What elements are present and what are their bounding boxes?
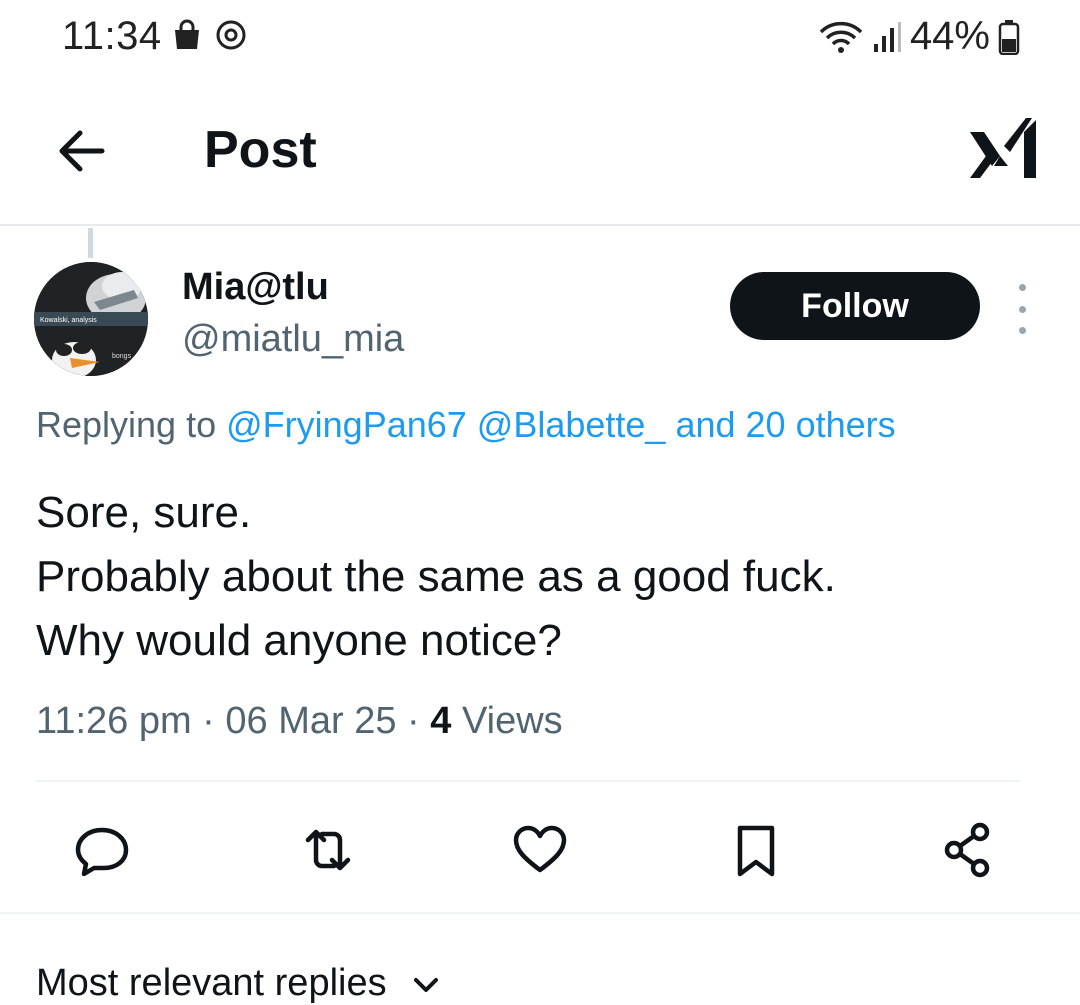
thread-line: [88, 228, 93, 258]
post-meta: 11:26 pm · 06 Mar 25 · 4 Views: [36, 700, 563, 742]
author-name[interactable]: Mia@tlu: [182, 266, 329, 309]
post-text-line: Why would anyone notice?: [36, 616, 562, 665]
battery-icon: [998, 19, 1020, 55]
replies-sort-dropdown[interactable]: Most relevant replies: [36, 962, 439, 1005]
chevron-down-icon: [414, 977, 439, 992]
avatar-caption-2: bongs: [112, 353, 132, 360]
status-time: 11:34: [62, 14, 162, 58]
x-grok-icon[interactable]: [964, 112, 1044, 184]
replying-to: Replying to @FryingPan67 @Blabette_ and …: [36, 404, 896, 446]
follow-button[interactable]: Follow: [730, 272, 980, 340]
views-label: Views: [461, 700, 563, 742]
sync-icon: [216, 20, 246, 50]
shopping-bag-icon: [175, 19, 199, 49]
battery-percent: 44%: [909, 14, 990, 58]
status-right: 44%: [818, 14, 1020, 59]
views-count: 4: [430, 700, 452, 742]
replying-mentions[interactable]: @FryingPan67 @Blabette_ and 20 others: [226, 404, 896, 445]
wifi-icon: [819, 21, 863, 53]
replying-prefix: Replying to: [36, 404, 217, 445]
share-icon[interactable]: [938, 820, 998, 880]
post-time: 11:26 pm: [36, 700, 192, 742]
status-left-icons: [170, 18, 248, 52]
avatar[interactable]: Kowalski, analysis bongs: [34, 262, 148, 376]
more-options-icon[interactable]: [1004, 284, 1040, 334]
like-icon[interactable]: [510, 820, 570, 880]
meta-divider: [36, 780, 1020, 782]
actions-divider: [0, 912, 1080, 914]
arrow-left-icon[interactable]: [52, 126, 112, 176]
avatar-caption-1: Kowalski, analysis: [40, 317, 97, 324]
signal-icon: [873, 21, 901, 52]
post-text-line: Sore, sure.: [36, 488, 252, 537]
header-divider: [0, 224, 1080, 226]
reply-icon[interactable]: [72, 820, 132, 880]
replies-sort-label: Most relevant replies: [36, 962, 387, 1004]
author-handle[interactable]: @miatlu_mia: [182, 318, 404, 361]
bookmark-icon[interactable]: [726, 820, 786, 880]
page-title: Post: [204, 121, 317, 179]
post-text-line: Probably about the same as a good fuck.: [36, 552, 836, 601]
post-date: 06 Mar 25: [225, 700, 397, 742]
repost-icon[interactable]: [298, 820, 358, 880]
